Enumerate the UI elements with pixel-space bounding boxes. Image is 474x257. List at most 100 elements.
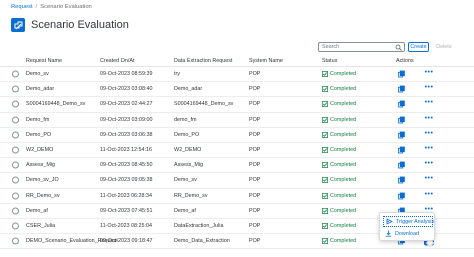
- status-text: Completed: [330, 131, 357, 138]
- cell-request-name: DEMO_Scenario_Evaluation_Request: [26, 238, 118, 245]
- status-badge: Completed: [322, 238, 356, 244]
- search-icon[interactable]: [395, 44, 402, 51]
- table-row[interactable]: Assess_Mig 09-Oct-2023 08:45:50 Assess_M…: [0, 158, 474, 174]
- more-actions-button[interactable]: •••: [424, 99, 434, 107]
- more-actions-button[interactable]: •••: [424, 130, 434, 138]
- cell-system-name: POP: [249, 147, 261, 154]
- table-toolbar: Create Delete: [0, 42, 474, 52]
- cell-data-extraction: S0004169448_Demo_sv: [174, 101, 234, 108]
- cell-data-extraction: try: [174, 71, 180, 78]
- status-badge: Completed: [322, 223, 356, 229]
- breadcrumb-current: Scenario Evaluation: [40, 4, 92, 10]
- cell-created-on: 09-Oct-2023 09:18:47: [100, 238, 153, 245]
- table-row[interactable]: W2_DEMO 11-Oct-2023 12:54:16 W2_DEMO POP…: [0, 143, 474, 159]
- status-text: Completed: [330, 86, 357, 93]
- status-check-icon: [322, 131, 328, 138]
- copy-icon[interactable]: [398, 131, 405, 139]
- status-check-icon: [322, 177, 328, 184]
- status-badge: Completed: [322, 177, 356, 183]
- cell-data-extraction: Demo_Data_Extraction: [174, 238, 230, 245]
- copy-icon[interactable]: [398, 146, 405, 154]
- copy-icon[interactable]: [398, 192, 405, 199]
- status-badge: Completed: [322, 193, 356, 199]
- cell-data-extraction: Demo_adar: [174, 86, 203, 93]
- status-badge: Completed: [322, 208, 356, 214]
- status-badge: Completed: [322, 86, 356, 92]
- table-row[interactable]: RR_Demo_sv 11-Oct-2023 06:28:34 RR_Demo_…: [0, 189, 474, 204]
- cell-request-name: RR_Demo_sv: [26, 192, 60, 199]
- status-text: Completed: [330, 192, 357, 199]
- row-select-radio[interactable]: [12, 192, 19, 200]
- header-request-name: Request Name: [26, 58, 62, 64]
- delete-button[interactable]: Delete: [435, 42, 453, 52]
- row-select-radio[interactable]: [12, 100, 19, 108]
- trigger-analysis-menu-item[interactable]: Trigger Analysis: [383, 216, 435, 227]
- cell-created-on: 09-Oct-2023 03:09:00: [100, 116, 153, 123]
- status-badge: Completed: [322, 132, 356, 138]
- copy-icon[interactable]: [398, 177, 405, 184]
- cell-request-name: Demo_sv_JO: [26, 177, 59, 184]
- cell-system-name: POP: [249, 131, 261, 138]
- trigger-analysis-label: Trigger Analysis: [396, 218, 435, 225]
- copy-icon[interactable]: [398, 85, 405, 93]
- more-actions-button[interactable]: •••: [424, 160, 434, 168]
- search-input[interactable]: [322, 43, 394, 51]
- copy-icon[interactable]: [398, 70, 405, 78]
- copy-icon[interactable]: [398, 161, 405, 169]
- row-select-radio[interactable]: [12, 237, 19, 245]
- row-select-radio[interactable]: [12, 131, 19, 139]
- more-actions-button[interactable]: •••: [424, 115, 434, 123]
- cell-created-on: 09-Oct-2023 09:05:38: [100, 177, 153, 184]
- header-data-extraction: Data Extraction Request: [174, 58, 233, 64]
- row-select-radio[interactable]: [12, 222, 19, 230]
- search-field[interactable]: [318, 42, 405, 52]
- status-text: Completed: [330, 207, 357, 214]
- status-text: Completed: [330, 222, 357, 229]
- cell-system-name: POP: [249, 71, 261, 78]
- more-actions-button[interactable]: •••: [424, 145, 434, 153]
- table-row[interactable]: S0004169448_Demo_sv 09-Oct-2023 02:44:27…: [0, 97, 474, 113]
- breadcrumb-request-link[interactable]: Request: [11, 4, 33, 10]
- table-row[interactable]: Demo_fm 09-Oct-2023 03:09:00 demo_fm POP…: [0, 113, 474, 128]
- breadcrumb: Request / Scenario Evaluation: [11, 4, 92, 10]
- more-actions-button[interactable]: •••: [424, 69, 434, 77]
- status-badge: Completed: [322, 117, 356, 123]
- status-check-icon: [322, 192, 328, 199]
- header-actions: Actions: [396, 58, 414, 64]
- table-row[interactable]: Demo_sv_JO 09-Oct-2023 09:05:38 Demo_sv …: [0, 173, 474, 189]
- download-menu-item[interactable]: Download: [383, 228, 433, 239]
- row-select-radio[interactable]: [12, 161, 19, 169]
- row-select-radio[interactable]: [12, 207, 19, 215]
- cell-data-extraction: Assess_Mig: [174, 162, 204, 169]
- cell-request-name: CSER_Julia: [26, 222, 56, 229]
- row-select-radio[interactable]: [12, 70, 19, 78]
- table-row[interactable]: Demo_sv 09-Oct-2023 08:59:39 try POP Com…: [0, 67, 474, 83]
- row-actions-popover: Trigger Analysis Download: [379, 212, 435, 241]
- copy-icon[interactable]: [398, 116, 405, 124]
- cell-system-name: POP: [249, 238, 261, 245]
- row-select-radio[interactable]: [12, 85, 19, 93]
- more-actions-button[interactable]: •••: [424, 175, 434, 183]
- cell-data-extraction: Demo_af: [174, 207, 196, 214]
- cell-created-on: 09-Oct-2023 03:08:40: [100, 86, 153, 93]
- more-actions-button[interactable]: •••: [424, 84, 434, 92]
- table-row[interactable]: Demo_PO 09-Oct-2023 03:06:38 Demo_PO POP…: [0, 128, 474, 143]
- status-check-icon: [322, 71, 328, 78]
- scenario-app-icon: [11, 18, 25, 32]
- create-button[interactable]: Create: [408, 42, 429, 52]
- cell-request-name: Demo_PO: [26, 131, 52, 138]
- cell-system-name: POP: [249, 86, 261, 93]
- row-select-radio[interactable]: [12, 146, 19, 154]
- row-select-radio[interactable]: [12, 116, 19, 124]
- copy-icon[interactable]: [398, 101, 405, 108]
- cell-created-on: 09-Oct-2023 02:44:27: [100, 101, 153, 108]
- row-select-radio[interactable]: [12, 176, 19, 184]
- cell-request-name: Demo_sv: [26, 71, 49, 78]
- table-row[interactable]: Demo_adar 09-Oct-2023 03:08:40 Demo_adar…: [0, 82, 474, 98]
- status-text: Completed: [330, 238, 357, 245]
- status-check-icon: [322, 238, 328, 245]
- trigger-analysis-icon: [386, 218, 393, 225]
- header-system-name: System Name: [249, 58, 283, 64]
- more-actions-button[interactable]: •••: [424, 191, 434, 199]
- status-text: Completed: [330, 147, 357, 154]
